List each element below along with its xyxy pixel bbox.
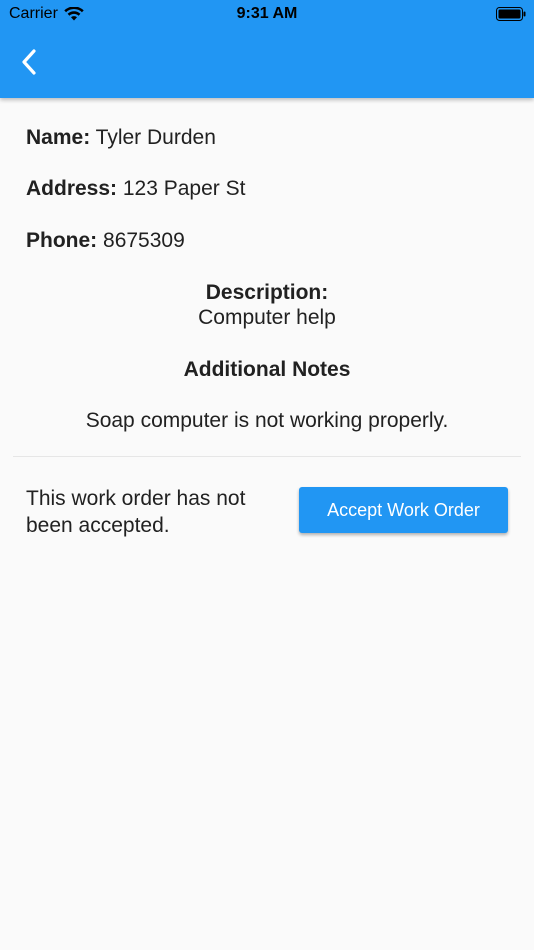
description-section: Description: Computer help: [26, 280, 508, 330]
name-label: Name:: [26, 126, 91, 149]
notes-section: Additional Notes Soap computer is not wo…: [26, 357, 508, 433]
status-time: 9:31 AM: [236, 5, 298, 22]
work-order-status-row: This work order has not been accepted. A…: [0, 457, 534, 547]
accept-work-order-button[interactable]: Accept Work Order: [299, 487, 508, 533]
address-label: Address:: [26, 177, 118, 200]
back-button[interactable]: [12, 44, 46, 80]
status-bar: Carrier 9:31 AM: [0, 0, 534, 28]
accept-status-text: This work order has not been accepted.: [26, 487, 246, 537]
name-row: Name: Tyler Durden: [26, 125, 508, 150]
chevron-left-icon: [22, 49, 36, 75]
phone-row: Phone: 8675309: [26, 228, 508, 253]
work-order-details: Name: Tyler Durden Address: 123 Paper St…: [0, 125, 534, 433]
address-value: 123 Paper St: [122, 177, 246, 200]
description-label: Description:: [205, 281, 329, 304]
address-row: Address: 123 Paper St: [26, 176, 508, 201]
phone-value: 8675309: [103, 229, 185, 252]
notes-value: Soap computer is not working properly.: [85, 409, 449, 432]
notes-label: Additional Notes: [183, 358, 351, 381]
name-value: Tyler Durden: [95, 126, 216, 149]
description-value: Computer help: [198, 306, 336, 329]
app-bar: Carrier 9:31 AM: [0, 0, 534, 98]
phone-label: Phone:: [26, 229, 98, 252]
battery-icon: [496, 7, 526, 21]
